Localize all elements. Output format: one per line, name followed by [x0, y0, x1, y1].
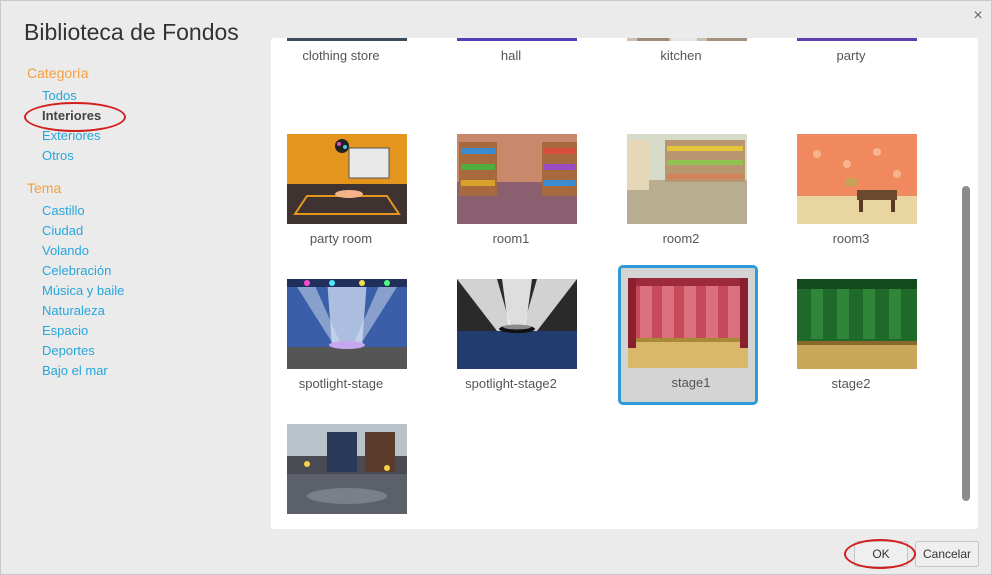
theme-castillo[interactable]: Castillo	[42, 203, 85, 218]
theme-espacio[interactable]: Espacio	[42, 323, 88, 338]
theme-heading: Tema	[27, 180, 62, 196]
spotlight-stage-thumbnail	[287, 279, 407, 369]
backdrop-name: room3	[832, 231, 870, 246]
backdrop-tile-clothing-store[interactable]: clothing store	[271, 38, 411, 78]
room3-thumbnail	[797, 134, 917, 224]
backdrop-name: spotlight-stage2	[465, 376, 557, 391]
backdrop-tile-room2[interactable]: room2	[611, 121, 751, 261]
theme-bajo-el-mar[interactable]: Bajo el mar	[42, 363, 108, 378]
backdrop-tile-spotlight-stage[interactable]: spotlight-stage	[271, 266, 411, 406]
backdrop-library-dialog: Biblioteca de Fondos × Categoría Todos I…	[0, 0, 992, 575]
dialog-title: Biblioteca de Fondos	[24, 19, 239, 45]
backdrop-name: spotlight-stage	[298, 376, 384, 391]
party-thumbnail	[797, 38, 917, 41]
backdrop-name: clothing store	[302, 48, 380, 63]
backdrop-name: party room	[309, 231, 373, 246]
hall-thumbnail	[457, 38, 577, 41]
backdrop-name: party	[836, 48, 866, 63]
theme-celebracion[interactable]: Celebración	[42, 263, 111, 278]
backdrop-tile-party[interactable]: party	[781, 38, 921, 78]
backdrop-name: room1	[492, 231, 530, 246]
clothing-store-thumbnail	[287, 38, 407, 41]
category-otros[interactable]: Otros	[42, 148, 74, 163]
ok-button[interactable]: OK	[854, 541, 908, 567]
backdrop-tile-stage1[interactable]: stage1	[618, 265, 758, 405]
theme-volando[interactable]: Volando	[42, 243, 89, 258]
theme-deportes[interactable]: Deportes	[42, 343, 95, 358]
cancel-button[interactable]: Cancelar	[915, 541, 979, 567]
room1-thumbnail	[457, 134, 577, 224]
backdrop-tile-hall[interactable]: hall	[441, 38, 581, 78]
kitchen-thumbnail	[627, 38, 747, 41]
backdrop-name: stage1	[671, 375, 711, 390]
stage1-thumbnail	[628, 278, 748, 368]
close-icon[interactable]: ×	[969, 7, 987, 25]
theme-ciudad[interactable]: Ciudad	[42, 223, 83, 238]
room2-thumbnail	[627, 134, 747, 224]
backdrop-tile-theater-lobby[interactable]	[271, 411, 411, 529]
backdrop-name: stage2	[831, 376, 871, 391]
theater-lobby-thumbnail	[287, 424, 407, 514]
backdrop-name: hall	[500, 48, 522, 63]
backdrop-tile-room3[interactable]: room3	[781, 121, 921, 261]
category-heading: Categoría	[27, 65, 89, 81]
spotlight-stage2-thumbnail	[457, 279, 577, 369]
category-interiores[interactable]: Interiores	[42, 108, 101, 123]
category-exteriores[interactable]: Exteriores	[42, 128, 101, 143]
theme-musica-y-baile[interactable]: Música y baile	[42, 283, 124, 298]
backdrop-name: room2	[662, 231, 700, 246]
backdrop-name: kitchen	[660, 48, 702, 63]
backdrop-tile-spotlight-stage2[interactable]: spotlight-stage2	[441, 266, 581, 406]
backdrop-tile-room1[interactable]: room1	[441, 121, 581, 261]
backdrop-tile-stage2[interactable]: stage2	[781, 266, 921, 406]
backdrop-tile-party-room[interactable]: party room	[271, 121, 411, 261]
backdrop-tile-kitchen[interactable]: kitchen	[611, 38, 751, 78]
theme-naturaleza[interactable]: Naturaleza	[42, 303, 105, 318]
party-room-thumbnail	[287, 134, 407, 224]
category-todos[interactable]: Todos	[42, 88, 77, 103]
stage2-thumbnail	[797, 279, 917, 369]
backdrop-grid: clothing store hall kitchen party party …	[271, 38, 978, 529]
scrollbar-thumb[interactable]	[962, 186, 970, 501]
